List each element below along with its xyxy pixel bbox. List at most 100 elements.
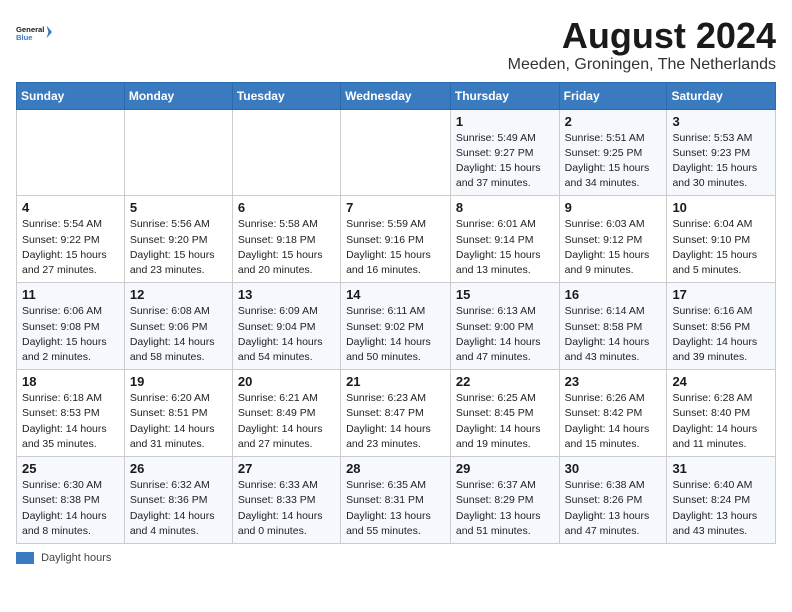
calendar-cell: 25Sunrise: 6:30 AM Sunset: 8:38 PM Dayli… — [17, 457, 125, 544]
day-info: Sunrise: 6:04 AM Sunset: 9:10 PM Dayligh… — [672, 217, 770, 278]
day-info: Sunrise: 5:56 AM Sunset: 9:20 PM Dayligh… — [130, 217, 227, 278]
calendar-cell: 13Sunrise: 6:09 AM Sunset: 9:04 PM Dayli… — [232, 283, 340, 370]
calendar-cell: 19 Sunrise: 6:20 AM Sunset: 8:51 PM Dayli… — [124, 370, 232, 457]
day-number: 7 — [346, 200, 445, 215]
day-info: Sunrise: 6:01 AM Sunset: 9:14 PM Dayligh… — [456, 217, 554, 278]
day-number: 11 — [22, 287, 119, 302]
title-area: August 2024 Meeden, Groningen, The Nethe… — [508, 16, 776, 74]
day-header-thursday: Thursday — [450, 82, 559, 109]
month-title: August 2024 — [508, 16, 776, 56]
calendar-cell — [232, 109, 340, 196]
calendar-cell: 22Sunrise: 6:25 AM Sunset: 8:45 PM Dayli… — [450, 370, 559, 457]
calendar-cell: 10 Sunrise: 6:04 AM Sunset: 9:10 PM Dayli… — [667, 196, 776, 283]
day-number: 14 — [346, 287, 445, 302]
footer-bar-icon — [16, 552, 34, 564]
calendar-cell: 17 Sunrise: 6:16 AM Sunset: 8:56 PM Dayli… — [667, 283, 776, 370]
location-title: Meeden, Groningen, The Netherlands — [508, 56, 776, 74]
day-number: 31 — [672, 461, 770, 476]
day-number: 15 — [456, 287, 554, 302]
day-number: 10 — [672, 200, 770, 215]
day-number: 6 — [238, 200, 335, 215]
day-info: Sunrise: 6:13 AM Sunset: 9:00 PM Dayligh… — [456, 304, 554, 365]
day-number: 8 — [456, 200, 554, 215]
day-info: Sunrise: 6:03 AM Sunset: 9:12 PM Dayligh… — [565, 217, 662, 278]
day-number: 19 — [130, 374, 227, 389]
calendar-cell: 20Sunrise: 6:21 AM Sunset: 8:49 PM Dayli… — [232, 370, 340, 457]
svg-text:Blue: Blue — [16, 33, 33, 42]
logo: GeneralBlue — [16, 16, 52, 52]
day-info: Sunrise: 5:53 AM Sunset: 9:23 PM Dayligh… — [672, 131, 770, 192]
day-info: Sunrise: 6:16 AM Sunset: 8:56 PM Dayligh… — [672, 304, 770, 365]
day-info: Sunrise: 5:51 AM Sunset: 9:25 PM Dayligh… — [565, 131, 662, 192]
calendar-week-1: 1 Sunrise: 5:49 AM Sunset: 9:27 PM Daylig… — [17, 109, 776, 196]
day-number: 26 — [130, 461, 227, 476]
calendar-header-row: SundayMondayTuesdayWednesdayThursdayFrid… — [17, 82, 776, 109]
calendar-cell — [341, 109, 451, 196]
day-info: Sunrise: 5:58 AM Sunset: 9:18 PM Dayligh… — [238, 217, 335, 278]
day-info: Sunrise: 6:38 AM Sunset: 8:26 PM Dayligh… — [565, 478, 662, 539]
calendar-footer: Daylight hours — [16, 552, 776, 564]
calendar-cell: 30 Sunrise: 6:38 AM Sunset: 8:26 PM Dayli… — [559, 457, 667, 544]
day-number: 1 — [456, 114, 554, 129]
calendar-cell: 24Sunrise: 6:28 AM Sunset: 8:40 PM Dayli… — [667, 370, 776, 457]
day-info: Sunrise: 6:32 AM Sunset: 8:36 PM Dayligh… — [130, 478, 227, 539]
calendar-cell: 14 Sunrise: 6:11 AM Sunset: 9:02 PM Dayli… — [341, 283, 451, 370]
calendar-cell: 16 Sunrise: 6:14 AM Sunset: 8:58 PM Dayli… — [559, 283, 667, 370]
day-number: 16 — [565, 287, 662, 302]
calendar-week-2: 4 Sunrise: 5:54 AM Sunset: 9:22 PM Daylig… — [17, 196, 776, 283]
day-header-wednesday: Wednesday — [341, 82, 451, 109]
day-info: Sunrise: 5:59 AM Sunset: 9:16 PM Dayligh… — [346, 217, 445, 278]
day-header-saturday: Saturday — [667, 82, 776, 109]
day-info: Sunrise: 6:20 AM Sunset: 8:51 PM Dayligh… — [130, 391, 227, 452]
day-number: 5 — [130, 200, 227, 215]
logo-icon: GeneralBlue — [16, 16, 52, 52]
day-info: Sunrise: 6:37 AM Sunset: 8:29 PM Dayligh… — [456, 478, 554, 539]
day-info: Sunrise: 6:25 AM Sunset: 8:45 PM Dayligh… — [456, 391, 554, 452]
calendar-cell: 23 Sunrise: 6:26 AM Sunset: 8:42 PM Dayli… — [559, 370, 667, 457]
header: GeneralBlue August 2024 Meeden, Groninge… — [16, 16, 776, 74]
day-info: Sunrise: 6:28 AM Sunset: 8:40 PM Dayligh… — [672, 391, 770, 452]
day-number: 30 — [565, 461, 662, 476]
day-header-monday: Monday — [124, 82, 232, 109]
calendar-cell: 2 Sunrise: 5:51 AM Sunset: 9:25 PM Daylig… — [559, 109, 667, 196]
day-info: Sunrise: 6:18 AM Sunset: 8:53 PM Dayligh… — [22, 391, 119, 452]
day-number: 2 — [565, 114, 662, 129]
day-info: Sunrise: 6:11 AM Sunset: 9:02 PM Dayligh… — [346, 304, 445, 365]
day-number: 20 — [238, 374, 335, 389]
day-info: Sunrise: 6:40 AM Sunset: 8:24 PM Dayligh… — [672, 478, 770, 539]
calendar-cell: 7 Sunrise: 5:59 AM Sunset: 9:16 PM Daylig… — [341, 196, 451, 283]
calendar-cell: 29Sunrise: 6:37 AM Sunset: 8:29 PM Dayli… — [450, 457, 559, 544]
day-info: Sunrise: 6:23 AM Sunset: 8:47 PM Dayligh… — [346, 391, 445, 452]
calendar-cell: 6 Sunrise: 5:58 AM Sunset: 9:18 PM Daylig… — [232, 196, 340, 283]
day-info: Sunrise: 6:08 AM Sunset: 9:06 PM Dayligh… — [130, 304, 227, 365]
calendar-cell: 9Sunrise: 6:03 AM Sunset: 9:12 PM Daylig… — [559, 196, 667, 283]
day-info: Sunrise: 6:09 AM Sunset: 9:04 PM Dayligh… — [238, 304, 335, 365]
day-number: 23 — [565, 374, 662, 389]
day-info: Sunrise: 5:54 AM Sunset: 9:22 PM Dayligh… — [22, 217, 119, 278]
day-number: 17 — [672, 287, 770, 302]
day-info: Sunrise: 6:14 AM Sunset: 8:58 PM Dayligh… — [565, 304, 662, 365]
day-number: 18 — [22, 374, 119, 389]
day-number: 3 — [672, 114, 770, 129]
calendar-week-4: 18 Sunrise: 6:18 AM Sunset: 8:53 PM Dayli… — [17, 370, 776, 457]
calendar-table: SundayMondayTuesdayWednesdayThursdayFrid… — [16, 82, 776, 544]
calendar-cell: 31 Sunrise: 6:40 AM Sunset: 8:24 PM Dayli… — [667, 457, 776, 544]
day-number: 4 — [22, 200, 119, 215]
day-header-sunday: Sunday — [17, 82, 125, 109]
calendar-cell: 1 Sunrise: 5:49 AM Sunset: 9:27 PM Daylig… — [450, 109, 559, 196]
calendar-cell — [17, 109, 125, 196]
calendar-cell: 27Sunrise: 6:33 AM Sunset: 8:33 PM Dayli… — [232, 457, 340, 544]
footer-label: Daylight hours — [41, 552, 111, 564]
calendar-cell: 28Sunrise: 6:35 AM Sunset: 8:31 PM Dayli… — [341, 457, 451, 544]
calendar-cell: 26 Sunrise: 6:32 AM Sunset: 8:36 PM Dayli… — [124, 457, 232, 544]
calendar-cell — [124, 109, 232, 196]
day-header-friday: Friday — [559, 82, 667, 109]
day-info: Sunrise: 5:49 AM Sunset: 9:27 PM Dayligh… — [456, 131, 554, 192]
calendar-cell: 5 Sunrise: 5:56 AM Sunset: 9:20 PM Daylig… — [124, 196, 232, 283]
day-header-tuesday: Tuesday — [232, 82, 340, 109]
day-info: Sunrise: 6:26 AM Sunset: 8:42 PM Dayligh… — [565, 391, 662, 452]
calendar-cell: 15 Sunrise: 6:13 AM Sunset: 9:00 PM Dayli… — [450, 283, 559, 370]
calendar-week-5: 25Sunrise: 6:30 AM Sunset: 8:38 PM Dayli… — [17, 457, 776, 544]
day-number: 21 — [346, 374, 445, 389]
day-number: 28 — [346, 461, 445, 476]
